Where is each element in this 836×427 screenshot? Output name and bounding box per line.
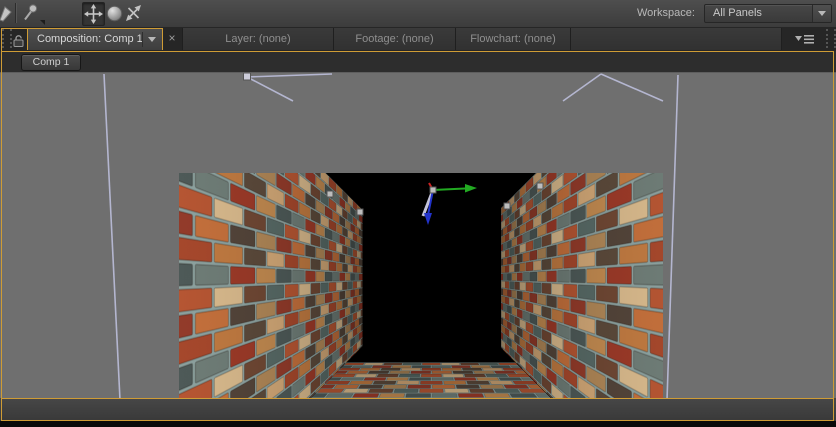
panel-grip[interactable]: [826, 29, 836, 48]
viewer-dropdown-icon[interactable]: [142, 32, 160, 47]
chevron-down-icon[interactable]: [812, 5, 831, 22]
tab-composition-label: Composition: Comp 1: [37, 33, 143, 45]
toolbar-separator: [15, 3, 16, 23]
orbit-camera-tool-icon[interactable]: [106, 5, 123, 22]
tab-layer-label: Layer: (none): [225, 33, 291, 45]
track-camera-tool-icon[interactable]: [125, 4, 142, 22]
app-toolbar: Workspace: All Panels: [0, 0, 836, 28]
lock-icon[interactable]: [11, 33, 26, 48]
tunnel-back-opening: [362, 209, 500, 347]
layer-handle[interactable]: [243, 73, 251, 81]
brick-tunnel-scene: [179, 173, 663, 427]
workspace-label: Workspace:: [637, 7, 695, 19]
comp-navigation-strip: Comp 1: [0, 51, 836, 72]
workspace-dropdown[interactable]: All Panels: [704, 4, 832, 23]
close-icon[interactable]: ×: [166, 32, 178, 46]
tunnel-ceiling: [179, 173, 663, 210]
tab-empty-space: [570, 28, 782, 50]
tunnel-right-wall: [499, 173, 663, 427]
tab-composition[interactable]: Composition: Comp 1: [27, 28, 163, 50]
tab-flowchart-label: Flowchart: (none): [470, 33, 556, 45]
tab-flowchart[interactable]: Flowchart: (none): [455, 28, 571, 50]
panel-menu-icon[interactable]: [795, 34, 815, 45]
tab-footage[interactable]: Footage: (none): [333, 28, 456, 50]
after-effects-window: Workspace: All Panels Composition: Comp …: [0, 0, 836, 427]
panel-tab-bar: Composition: Comp 1 × Layer: (none) Foot…: [0, 27, 836, 51]
puppet-pin-tool-icon[interactable]: [20, 2, 46, 25]
unified-camera-tool-button[interactable]: [82, 2, 105, 26]
edge-tool-partial-icon[interactable]: [0, 5, 13, 23]
composition-viewport[interactable]: [0, 72, 836, 427]
comp-canvas[interactable]: [179, 173, 663, 427]
workspace-value: All Panels: [713, 7, 762, 19]
window-bottom-edge: [0, 421, 836, 427]
unified-camera-icon: [84, 4, 103, 24]
viewer-footer-toolbar: 25% 0:00:00:00 (Quarter): [0, 398, 836, 421]
comp-mini-flowchart-button[interactable]: Comp 1: [21, 54, 81, 71]
tab-footage-label: Footage: (none): [355, 33, 434, 45]
tab-layer[interactable]: Layer: (none): [182, 28, 334, 50]
tunnel-left-wall: [179, 173, 363, 427]
